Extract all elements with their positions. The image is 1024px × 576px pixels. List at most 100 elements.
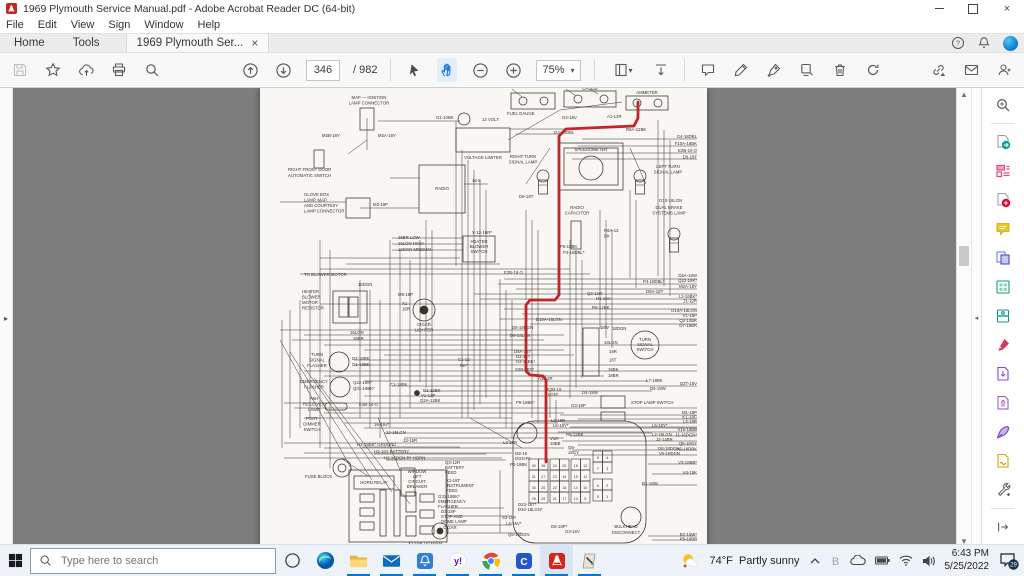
bell-app-taskbar-icon[interactable] bbox=[408, 545, 441, 576]
edit-pdf-icon[interactable] bbox=[990, 160, 1016, 182]
save-button[interactable] bbox=[10, 58, 30, 82]
edge-taskbar-icon[interactable] bbox=[309, 545, 342, 576]
start-button[interactable] bbox=[0, 545, 30, 576]
tab-document[interactable]: 1969 Plymouth Ser...× bbox=[126, 34, 270, 52]
taskbar-clock[interactable]: 6:43 PM 5/25/2022 bbox=[945, 548, 990, 573]
menu-help[interactable]: Help bbox=[198, 19, 221, 31]
minimize-button[interactable] bbox=[922, 0, 956, 17]
comment-tool-icon[interactable] bbox=[990, 218, 1016, 240]
stamp-button[interactable] bbox=[797, 58, 817, 82]
c-app-taskbar-icon[interactable]: C bbox=[507, 545, 540, 576]
connector-cell-number: 26 bbox=[541, 464, 545, 468]
combine-files-icon[interactable] bbox=[990, 247, 1016, 269]
help-icon[interactable]: ? bbox=[951, 36, 965, 50]
print-button[interactable] bbox=[109, 58, 129, 82]
diagram-label: P2-18BK bbox=[510, 462, 527, 467]
diagram-label: STOP LAMP SWITCH bbox=[631, 400, 674, 405]
scan-ocr-icon[interactable] bbox=[990, 305, 1016, 327]
fill-sign-pen-button[interactable] bbox=[764, 58, 784, 82]
previous-page-button[interactable] bbox=[240, 58, 260, 82]
search-tools-icon[interactable] bbox=[990, 94, 1016, 116]
share-link-button[interactable] bbox=[928, 58, 948, 82]
next-page-button[interactable] bbox=[273, 58, 293, 82]
volume-icon[interactable] bbox=[922, 555, 936, 567]
zoom-level-select[interactable]: 75% ▾ bbox=[536, 60, 580, 81]
b-indicator-icon[interactable]: B bbox=[830, 554, 841, 567]
hand-tool-button[interactable] bbox=[437, 58, 457, 82]
comment-button[interactable] bbox=[698, 58, 718, 82]
menu-window[interactable]: Window bbox=[144, 19, 183, 31]
scrollbar-thumb[interactable] bbox=[959, 246, 969, 266]
battery-icon[interactable] bbox=[875, 556, 890, 565]
share-with-others-button[interactable] bbox=[994, 58, 1014, 82]
user-avatar[interactable] bbox=[1003, 36, 1018, 51]
notifications-bell-icon[interactable] bbox=[977, 36, 991, 50]
certificates-icon[interactable] bbox=[990, 421, 1016, 443]
connector-cell-number: 26 bbox=[541, 486, 545, 490]
wire bbox=[566, 89, 576, 96]
zoom-out-button[interactable] bbox=[470, 58, 490, 82]
tab-home[interactable]: Home bbox=[0, 34, 59, 52]
search-input[interactable] bbox=[59, 554, 233, 568]
tools-panel-collapse-handle[interactable]: ◂ bbox=[971, 88, 981, 548]
tab-close-icon[interactable]: × bbox=[251, 37, 258, 49]
connector-cell-number: 18 bbox=[562, 486, 566, 490]
taskbar-search[interactable] bbox=[30, 548, 276, 574]
connector-cell-number: 15 bbox=[574, 475, 578, 479]
protect-pdf-icon[interactable] bbox=[990, 392, 1016, 414]
highlight-pencil-button[interactable] bbox=[731, 58, 751, 82]
vertical-scrollbar[interactable]: ▲ ▼ bbox=[956, 88, 971, 548]
acrobat-taskbar-icon[interactable] bbox=[540, 545, 573, 576]
file-explorer-taskbar-icon[interactable] bbox=[342, 545, 375, 576]
mail-taskbar-icon[interactable] bbox=[375, 545, 408, 576]
system-tray: 74°F Partly sunny B 6:43 PM 5/25/2022 29 bbox=[680, 548, 1024, 573]
diagram-label: BREAKER bbox=[407, 484, 428, 489]
yahoo-app-taskbar-icon[interactable]: y! bbox=[441, 545, 474, 576]
find-button[interactable] bbox=[142, 58, 162, 82]
menu-edit[interactable]: Edit bbox=[38, 19, 57, 31]
tab-tools[interactable]: Tools bbox=[59, 34, 114, 52]
diagram-label: P5-18BK bbox=[560, 244, 577, 249]
page-display-menu-button[interactable]: ▾ bbox=[608, 58, 638, 82]
weather-icon[interactable] bbox=[680, 552, 700, 570]
rotate-pages-button[interactable] bbox=[863, 58, 883, 82]
more-tools-icon[interactable] bbox=[990, 479, 1016, 501]
export-pdf-icon[interactable] bbox=[990, 131, 1016, 153]
expand-tools-panel-button[interactable] bbox=[990, 516, 1016, 538]
notes-app-taskbar-icon[interactable] bbox=[573, 545, 606, 576]
action-center-icon[interactable]: 29 bbox=[998, 551, 1020, 571]
email-share-button[interactable] bbox=[961, 58, 981, 82]
close-button[interactable]: × bbox=[990, 0, 1024, 17]
onedrive-icon[interactable] bbox=[850, 555, 866, 566]
maximize-button[interactable] bbox=[956, 0, 990, 17]
delete-pages-button[interactable] bbox=[830, 58, 850, 82]
compress-pdf-icon[interactable] bbox=[990, 363, 1016, 385]
document-canvas[interactable]: 3026312730262925242023192218211716121511… bbox=[13, 88, 956, 548]
cloud-upload-button[interactable] bbox=[76, 58, 96, 82]
fill-sign-icon[interactable] bbox=[990, 334, 1016, 356]
menu-file[interactable]: File bbox=[6, 19, 24, 31]
connector-cell-number: 25 bbox=[541, 497, 545, 501]
diagram-label: E2B-18 O bbox=[678, 148, 698, 153]
fit-width-button[interactable] bbox=[651, 58, 671, 82]
diagram-label: G3-18P bbox=[571, 403, 586, 408]
left-pane-handle[interactable]: ▸ bbox=[0, 88, 13, 548]
select-tool-button[interactable] bbox=[404, 58, 424, 82]
connector-cell-number: 4 bbox=[606, 456, 608, 460]
cortana-taskbar-icon[interactable] bbox=[276, 545, 309, 576]
organize-pages-icon[interactable] bbox=[990, 276, 1016, 298]
wifi-icon[interactable] bbox=[899, 555, 913, 566]
create-pdf-icon[interactable] bbox=[990, 189, 1016, 211]
scroll-up-arrow[interactable]: ▲ bbox=[957, 90, 971, 99]
zoom-in-button[interactable] bbox=[503, 58, 523, 82]
diagram-label: RIGHT TURN bbox=[510, 154, 536, 159]
weather-text[interactable]: 74°F Partly sunny bbox=[709, 555, 799, 567]
menu-sign[interactable]: Sign bbox=[108, 19, 130, 31]
star-favorite-button[interactable] bbox=[43, 58, 63, 82]
chevron-up-icon[interactable] bbox=[809, 556, 821, 566]
chrome-taskbar-icon[interactable] bbox=[474, 545, 507, 576]
request-signatures-icon[interactable] bbox=[990, 450, 1016, 472]
wire bbox=[348, 140, 367, 154]
menu-view[interactable]: View bbox=[71, 19, 95, 31]
page-number-input[interactable]: 346 bbox=[306, 60, 340, 81]
